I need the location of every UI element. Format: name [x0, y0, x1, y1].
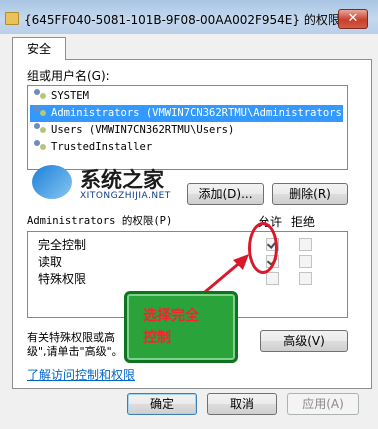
deny-full-control-checkbox[interactable] [299, 238, 312, 251]
remove-button[interactable]: 删除(R) [272, 183, 348, 205]
logo-icon [32, 165, 72, 199]
advanced-button[interactable]: 高级(V) [260, 330, 348, 352]
groups-label: 组或用户名(G): [27, 69, 110, 83]
list-item[interactable]: TrustedInstaller [30, 139, 343, 156]
watermark-url: XITONGZHIJIA.NET [80, 191, 171, 201]
special-permissions-note-line2: 级",请单击"高级"。 [27, 345, 123, 358]
watermark-text: 系统之家 [80, 168, 164, 192]
list-item[interactable]: SYSTEM [30, 88, 343, 105]
ok-button[interactable]: 确定 [127, 393, 197, 415]
user-group-icon [34, 140, 48, 151]
deny-special-checkbox[interactable] [299, 272, 312, 285]
callout-line-2: 控制 [143, 330, 171, 346]
user-group-icon [34, 89, 48, 100]
permission-name: 完全控制 [38, 238, 87, 252]
watermark-logo: 系统之家 XITONGZHIJIA.NET [28, 160, 218, 214]
user-group-icon [34, 106, 48, 117]
list-item-selected[interactable]: Administrators (VMWIN7CN362RTMU\Administ… [30, 105, 348, 122]
learn-access-control-link[interactable]: 了解访问控制和权限 [27, 366, 135, 383]
window-title: {645FF040-5081-101B-9F08-00AA002F954E} 的… [24, 13, 340, 27]
permission-name: 读取 [38, 255, 63, 269]
annotation-callout: 选择完全 控制 [124, 291, 238, 363]
cancel-button[interactable]: 取消 [207, 393, 277, 415]
deny-column-header: 拒绝 [291, 215, 316, 229]
close-button[interactable]: ✕ [338, 9, 368, 29]
folder-icon [5, 12, 19, 25]
list-item[interactable]: Users (VMWIN7CN362RTMU\Users) [30, 122, 343, 139]
groups-listbox[interactable]: SYSTEM Administrators (VMWIN7CN362RTMU\A… [27, 85, 348, 170]
allow-special-checkbox[interactable] [266, 272, 279, 285]
deny-read-checkbox[interactable] [299, 255, 312, 268]
permission-name: 特殊权限 [38, 272, 87, 286]
user-group-icon [34, 123, 48, 134]
tab-security[interactable]: 安全 [12, 37, 66, 60]
apply-button[interactable]: 应用(A) [287, 393, 359, 415]
permissions-header: Administrators 的权限(P) [27, 215, 173, 227]
callout-line-1: 选择完全 [143, 308, 199, 324]
permissions-dialog: {645FF040-5081-101B-9F08-00AA002F954E} 的… [0, 0, 378, 429]
